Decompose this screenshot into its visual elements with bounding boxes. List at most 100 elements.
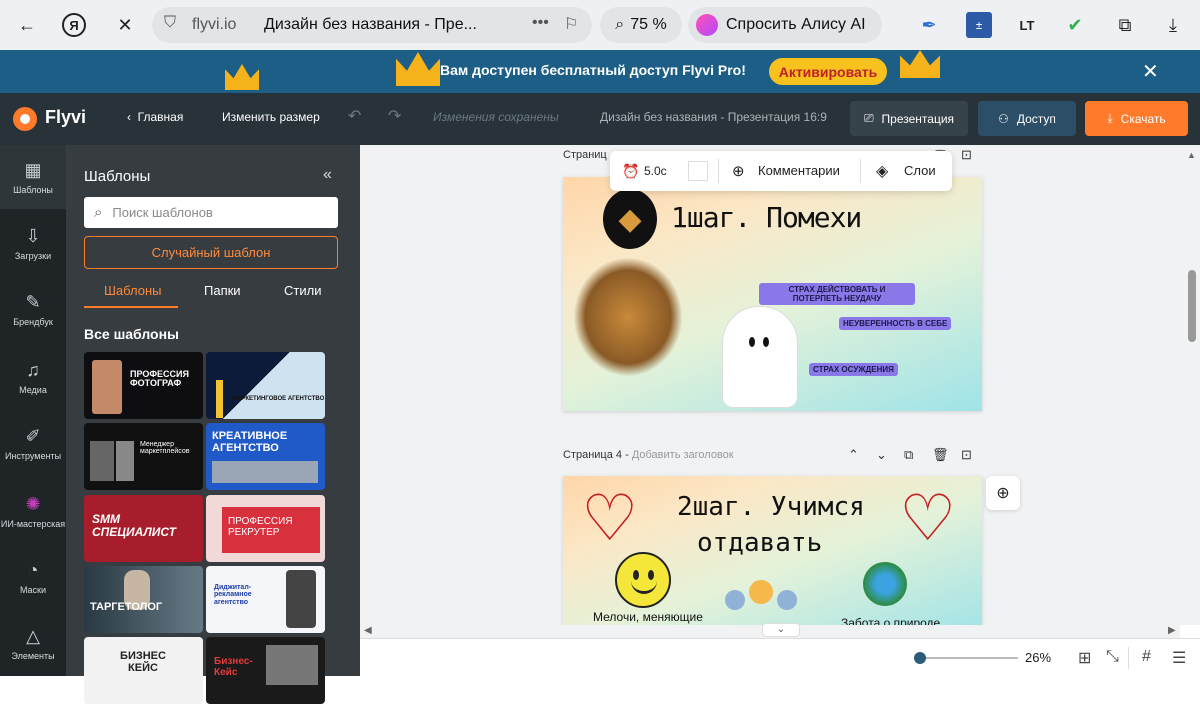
slide-4[interactable]: ♡ ♡ 2шаг. Учимся отдавать Мелочи, меняющ…	[563, 476, 982, 625]
collapse-icon[interactable]: «	[323, 166, 332, 184]
shield-check-icon[interactable]: ✔	[1062, 12, 1088, 38]
slide-3[interactable]: ◆ 1шаг. Помехи СТРАХ ДЕЙСТВОВАТЬ И ПОТЕР…	[563, 177, 982, 411]
nav-media[interactable]: ♫ Медиа	[0, 345, 66, 409]
document-title[interactable]: Дизайн без названия - Презентация 16:9	[600, 110, 827, 124]
add-comment-icon[interactable]: ⊕	[986, 476, 1020, 510]
scroll-right-icon[interactable]: ▶	[1168, 625, 1176, 636]
presentation-label: Презентация	[881, 111, 955, 126]
undo-icon[interactable]: ↶	[348, 106, 361, 126]
template-card[interactable]: Менеджер маркетплейсов	[84, 423, 203, 490]
grid-icon[interactable]: #	[1142, 648, 1151, 666]
zoom-value: 75 %	[630, 16, 667, 33]
timer-value[interactable]: 5.0с	[644, 164, 667, 178]
help-icon[interactable]: ☰	[1172, 648, 1186, 668]
download-button[interactable]: ⤓ Скачать	[1085, 101, 1188, 136]
comments-button[interactable]: Комментарии	[758, 163, 840, 178]
zoom-slider[interactable]	[914, 652, 1018, 664]
nav-ai-workshop[interactable]: ✺ ИИ-мастерская	[0, 479, 66, 543]
home-label: Главная	[137, 110, 184, 124]
template-title: ПРОФЕССИЯ ФОТОГРАФ	[130, 369, 189, 389]
nav-brandbook[interactable]: ✎ Брендбук	[0, 277, 66, 341]
add-page-icon[interactable]: ⊡	[961, 147, 972, 163]
layers-button[interactable]: Слои	[904, 163, 936, 178]
languagetool-icon[interactable]: LT	[1014, 12, 1040, 38]
template-title: БИЗНЕС КЕЙС	[120, 650, 166, 674]
nav-tools[interactable]: ✐ Инструменты	[0, 411, 66, 475]
browser-toolbar: ← Я ✕ ⛉ flyvi.io Дизайн без названия - П…	[0, 0, 1200, 50]
upload-icon: ⇩	[25, 225, 41, 246]
nav-templates[interactable]: ▦ Шаблоны	[0, 145, 66, 209]
active-tab-indicator	[84, 306, 178, 308]
url-host: flyvi.io	[192, 16, 237, 33]
home-link[interactable]: ‹ Главная	[127, 110, 183, 124]
activate-button[interactable]: Активировать	[769, 58, 887, 85]
lion-logo-icon: ◆	[603, 189, 657, 249]
elements-icon: △	[26, 625, 40, 646]
calculator-icon[interactable]: ±	[966, 12, 992, 38]
delete-page-icon[interactable]: 🗑	[932, 447, 949, 463]
alice-label: Спросить Алису AI	[726, 16, 866, 33]
tab-templates[interactable]: Шаблоны	[104, 283, 162, 298]
close-icon[interactable]: ✕	[1142, 59, 1159, 84]
download-browser-icon[interactable]: ⤓	[1160, 12, 1186, 38]
fullscreen-icon[interactable]: ⤡	[1106, 648, 1119, 666]
zoom-indicator[interactable]: ⌕ 75 %	[600, 7, 682, 43]
nav-uploads[interactable]: ⇩ Загрузки	[0, 211, 66, 275]
template-card[interactable]: КРЕАТИВНОЕ АГЕНТСТВО	[206, 423, 325, 490]
redo-icon[interactable]: ↷	[388, 106, 401, 126]
grid-view-icon[interactable]: ⊞	[1078, 648, 1091, 668]
move-down-icon[interactable]: ⌄	[876, 447, 887, 463]
zoom-slider-thumb[interactable]	[914, 652, 926, 664]
add-title-link[interactable]: Добавить заголовок	[632, 449, 734, 461]
translate-icon[interactable]: ⧉	[1112, 12, 1138, 38]
color-swatch[interactable]	[688, 161, 708, 181]
presentation-button[interactable]: ⎚ Презентация	[850, 101, 968, 136]
template-card[interactable]: Бизнес-Кейс	[206, 637, 325, 704]
media-icon: ♫	[26, 359, 40, 380]
close-tab-icon[interactable]: ✕	[112, 12, 138, 38]
template-card[interactable]: ПРОФЕССИЯ ФОТОГРАФ	[84, 352, 203, 419]
all-templates-heading: Все шаблоны	[84, 326, 179, 342]
collapse-pages-icon[interactable]: ⌄	[762, 623, 800, 637]
comment-icon: ⊕	[732, 163, 745, 180]
template-title: SMM СПЕЦИАЛИСТ	[92, 512, 176, 539]
more-icon[interactable]: •••	[532, 14, 549, 32]
duplicate-icon[interactable]: ⧉	[904, 447, 913, 463]
template-card[interactable]: Диджитал-рекламное агентство	[206, 566, 325, 633]
access-label: Доступ	[1016, 111, 1056, 126]
address-bar[interactable]: ⛉ flyvi.io Дизайн без названия - Пре... …	[152, 7, 592, 43]
scroll-left-icon[interactable]: ◀	[364, 625, 372, 636]
template-card[interactable]: МАРКЕТИНГОВОЕ АГЕНТСТВО	[206, 352, 325, 419]
bookmark-icon[interactable]: ⚐	[564, 14, 578, 34]
add-page-icon[interactable]: ⊡	[961, 447, 972, 463]
slide3-title: 1шаг. Помехи	[671, 201, 862, 234]
template-card[interactable]: БИЗНЕС КЕЙС	[84, 637, 203, 704]
vertical-scrollbar[interactable]	[1188, 270, 1196, 342]
ask-alice-button[interactable]: Спросить Алису AI	[688, 7, 882, 43]
yandex-icon[interactable]: Я	[62, 13, 86, 37]
template-card[interactable]: ПРОФЕССИЯ РЕКРУТЕР	[206, 495, 325, 562]
template-title: Бизнес-Кейс	[214, 656, 253, 678]
left-sidebar: ▦ Шаблоны ⇩ Загрузки ✎ Брендбук ♫ Медиа ✐ Инс…	[0, 145, 66, 676]
divider	[860, 159, 861, 183]
masks-icon: ◔	[27, 559, 39, 580]
access-button[interactable]: ⚇ Доступ	[978, 101, 1076, 136]
nav-elements[interactable]: △ Элементы	[0, 611, 66, 675]
bottom-bar: 26% ⊞ ⤡ # ☰	[360, 638, 1200, 676]
template-card[interactable]: ТАРГЕТОЛОГ	[84, 566, 203, 633]
resize-button[interactable]: Изменить размер	[222, 110, 320, 124]
scroll-up-icon[interactable]: ▲	[1187, 150, 1196, 160]
tab-styles[interactable]: Стили	[284, 283, 321, 298]
template-search-input[interactable]: ⌕ Поиск шаблонов	[84, 197, 338, 228]
horizontal-scrollbar[interactable]: ◀ ▶ ⌄	[360, 623, 1180, 638]
page-tab-title: Дизайн без названия - Пре...	[264, 16, 477, 33]
back-icon[interactable]: ←	[14, 12, 40, 38]
download-icon: ⤓	[1107, 111, 1113, 125]
move-up-icon[interactable]: ⌃	[848, 447, 859, 463]
random-template-button[interactable]: Случайный шаблон	[84, 236, 338, 269]
template-card[interactable]: SMM СПЕЦИАЛИСТ	[84, 495, 203, 562]
extension-pen-icon[interactable]: ✒	[916, 12, 942, 38]
nav-masks[interactable]: ◔ Маски	[0, 545, 66, 609]
templates-icon: ▦	[24, 159, 42, 180]
tab-folders[interactable]: Папки	[204, 283, 241, 298]
